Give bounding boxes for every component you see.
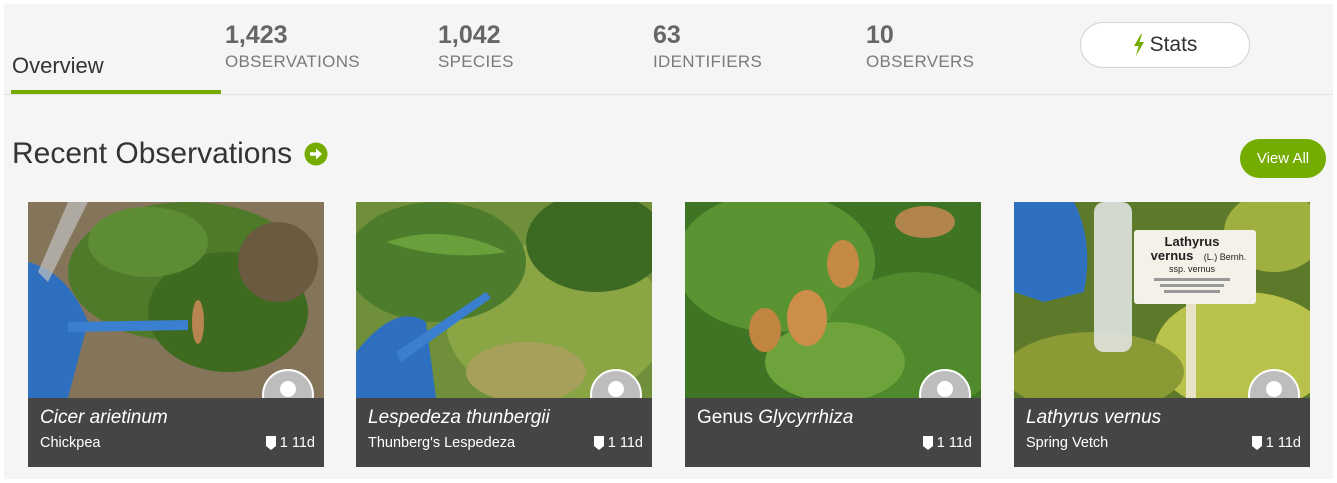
observation-caption: Lespedeza thunbergii Thunberg's Lespedez…: [356, 398, 652, 467]
stat-number: 63: [653, 21, 681, 49]
observation-meta: 1 11d: [1251, 435, 1301, 451]
stat-label: OBSERVERS: [866, 52, 975, 71]
identification-count: 1: [279, 435, 288, 451]
stat-label: OBSERVATIONS: [225, 52, 360, 71]
specimen-label-author: (L.) Bernh.: [1204, 252, 1247, 262]
observation-card[interactable]: Lespedeza thunbergii Thunberg's Lespedez…: [356, 202, 652, 467]
observation-age: 11d: [1277, 435, 1301, 451]
lightning-icon: [1133, 34, 1144, 56]
taxon-name: Lespedeza thunbergii: [368, 407, 550, 428]
stat-observations[interactable]: 1,423 OBSERVATIONS: [225, 20, 360, 72]
common-name: Chickpea: [40, 435, 101, 451]
tab-overview[interactable]: Overview: [11, 4, 221, 94]
observation-meta: 1 11d: [922, 435, 972, 451]
observation-card[interactable]: Genus Glycyrrhiza 1 11d: [685, 202, 981, 467]
scientific-name[interactable]: Lathyrus vernus: [1026, 407, 1161, 429]
identification-icon: [593, 436, 604, 450]
view-all-button[interactable]: View All: [1240, 139, 1326, 178]
stats-button[interactable]: Stats: [1080, 22, 1250, 68]
arrow-right-circle-icon: [304, 142, 328, 166]
observation-photo[interactable]: [28, 202, 324, 398]
observation-card[interactable]: Lathyrus vernus (L.) Bernh. ssp. vernus …: [1014, 202, 1310, 467]
observation-photo[interactable]: [356, 202, 652, 398]
specimen-label-genus: Lathyrus: [1165, 234, 1220, 249]
observation-caption: Lathyrus vernus Spring Vetch 1 11d: [1014, 398, 1310, 467]
scientific-name[interactable]: Genus Glycyrrhiza: [697, 407, 853, 429]
identification-icon: [265, 436, 276, 450]
scientific-name[interactable]: Lespedeza thunbergii: [368, 407, 550, 429]
identification-count: 1: [936, 435, 945, 451]
stat-number: 1,042: [438, 21, 501, 49]
observation-age: 11d: [948, 435, 972, 451]
observation-age: 11d: [619, 435, 643, 451]
stat-identifiers[interactable]: 63 IDENTIFIERS: [653, 20, 762, 72]
observation-caption: Genus Glycyrrhiza 1 11d: [685, 398, 981, 467]
taxon-name: Cicer arietinum: [40, 407, 168, 428]
stats-button-label: Stats: [1149, 33, 1198, 56]
stat-number: 10: [866, 21, 894, 49]
identification-count: 1: [1265, 435, 1274, 451]
scientific-name[interactable]: Cicer arietinum: [40, 407, 168, 429]
identification-icon: [922, 436, 933, 450]
observation-age: 11d: [291, 435, 315, 451]
stat-label: IDENTIFIERS: [653, 52, 763, 71]
identification-count: 1: [607, 435, 616, 451]
specimen-label-species: vernus: [1151, 248, 1194, 263]
stat-number: 1,423: [225, 21, 288, 49]
observation-photo[interactable]: [685, 202, 981, 398]
common-name: Thunberg's Lespedeza: [368, 435, 516, 451]
specimen-label-subspecies: ssp. vernus: [1169, 264, 1216, 274]
observation-card[interactable]: Cicer arietinum Chickpea 1 11d: [28, 202, 324, 467]
common-name: Spring Vetch: [1026, 435, 1109, 451]
observation-meta: 1 11d: [265, 435, 315, 451]
stat-observers[interactable]: 10 OBSERVERS: [866, 20, 974, 72]
rank-prefix: Genus: [697, 407, 759, 428]
observation-meta: 1 11d: [593, 435, 643, 451]
taxon-name: Glycyrrhiza: [758, 407, 854, 428]
observation-photo[interactable]: Lathyrus vernus (L.) Bernh. ssp. vernus: [1014, 202, 1310, 398]
tab-overview-label: Overview: [12, 53, 104, 78]
stat-label: SPECIES: [438, 52, 514, 71]
taxon-name: Lathyrus vernus: [1026, 407, 1162, 428]
project-panel: Overview 1,423 OBSERVATIONS 1,042 SPECIE…: [4, 4, 1333, 479]
stat-species[interactable]: 1,042 SPECIES: [438, 20, 514, 72]
observation-caption: Cicer arietinum Chickpea 1 11d: [28, 398, 324, 467]
recent-observations-title: Recent Observations: [12, 137, 293, 170]
identification-icon: [1251, 436, 1262, 450]
stats-bar: Overview 1,423 OBSERVATIONS 1,042 SPECIE…: [4, 4, 1333, 95]
recent-observations-heading[interactable]: Recent Observations: [12, 137, 328, 171]
